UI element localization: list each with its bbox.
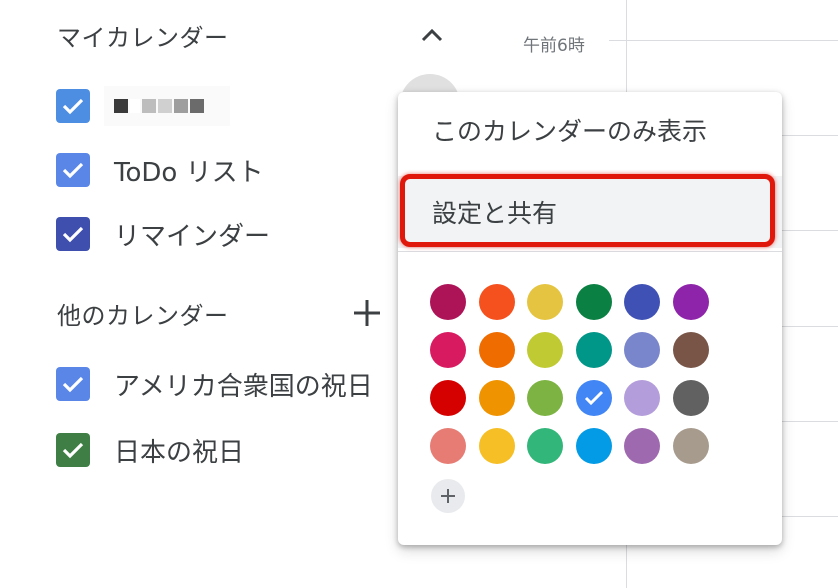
other-calendars-title: 他のカレンダー <box>57 302 229 330</box>
calendar-item-us-holidays[interactable]: アメリカ合衆国の祝日 <box>56 364 373 404</box>
grid-hour-line <box>780 326 838 327</box>
calendar-checkbox[interactable] <box>56 89 90 123</box>
calendar-checkbox[interactable] <box>56 367 90 401</box>
calendar-item-jp-holidays[interactable]: 日本の祝日 <box>56 430 244 470</box>
check-icon <box>62 226 84 243</box>
color-swatch[interactable] <box>575 380 612 416</box>
calendar-checkbox[interactable] <box>56 153 90 187</box>
color-swatch[interactable] <box>527 284 563 320</box>
color-swatch[interactable] <box>575 332 612 368</box>
plus-icon <box>441 489 455 503</box>
check-icon <box>62 442 84 459</box>
check-icon <box>62 162 84 179</box>
grid-hour-line <box>780 135 838 136</box>
color-swatch[interactable] <box>478 380 515 416</box>
check-icon <box>62 98 84 115</box>
menu-divider <box>398 251 782 252</box>
menu-item-display-only-this[interactable]: このカレンダーのみ表示 <box>398 94 782 166</box>
color-swatch[interactable] <box>575 284 612 320</box>
check-icon <box>62 376 84 393</box>
grid-hour-line <box>780 516 838 517</box>
color-swatch[interactable] <box>672 380 709 416</box>
calendar-label: リマインダー <box>114 221 271 252</box>
grid-hour-line <box>626 40 838 41</box>
grid-hour-line <box>780 421 838 422</box>
color-swatch[interactable] <box>672 332 709 368</box>
color-swatch[interactable] <box>672 428 709 464</box>
calendar-checkbox[interactable] <box>56 217 90 251</box>
calendar-item-todo[interactable]: ToDo リスト <box>56 150 264 190</box>
color-swatch[interactable] <box>575 428 612 464</box>
check-icon <box>584 390 603 406</box>
grid-hour-line <box>780 230 838 231</box>
color-swatch[interactable] <box>430 332 466 368</box>
calendar-label: 日本の祝日 <box>114 437 245 468</box>
my-calendars-title: マイカレンダー <box>57 24 229 52</box>
color-swatch[interactable] <box>624 284 660 320</box>
plus-icon <box>354 300 380 326</box>
color-swatch[interactable] <box>672 284 709 320</box>
calendar-item-redacted[interactable] <box>56 86 230 126</box>
color-swatch[interactable] <box>527 380 563 416</box>
highlight-annotation <box>400 174 775 247</box>
color-swatch[interactable] <box>624 332 660 368</box>
calendar-options-menu: このカレンダーのみ表示 設定と共有 <box>398 92 782 545</box>
chevron-up-icon <box>421 28 443 42</box>
color-swatch[interactable] <box>527 428 563 464</box>
add-custom-color-button[interactable] <box>431 479 465 513</box>
calendar-checkbox[interactable] <box>56 433 90 467</box>
color-swatch[interactable] <box>527 332 563 368</box>
my-calendars-collapse-button[interactable] <box>414 17 450 53</box>
color-swatch[interactable] <box>624 428 660 464</box>
color-swatch[interactable] <box>430 380 466 416</box>
calendar-item-reminders[interactable]: リマインダー <box>56 214 270 254</box>
calendar-label: アメリカ合衆国の祝日 <box>114 371 373 402</box>
color-swatch[interactable] <box>430 428 466 464</box>
add-other-calendar-button[interactable] <box>349 295 385 331</box>
redacted-calendar-name <box>104 86 230 126</box>
time-label: 午前6時 <box>523 36 585 56</box>
color-swatch[interactable] <box>624 380 660 416</box>
calendar-label: ToDo リスト <box>114 157 264 188</box>
color-swatch[interactable] <box>478 332 515 368</box>
color-swatch[interactable] <box>478 284 515 320</box>
color-swatch[interactable] <box>430 284 466 320</box>
color-swatch[interactable] <box>478 428 515 464</box>
time-tick <box>609 40 626 41</box>
